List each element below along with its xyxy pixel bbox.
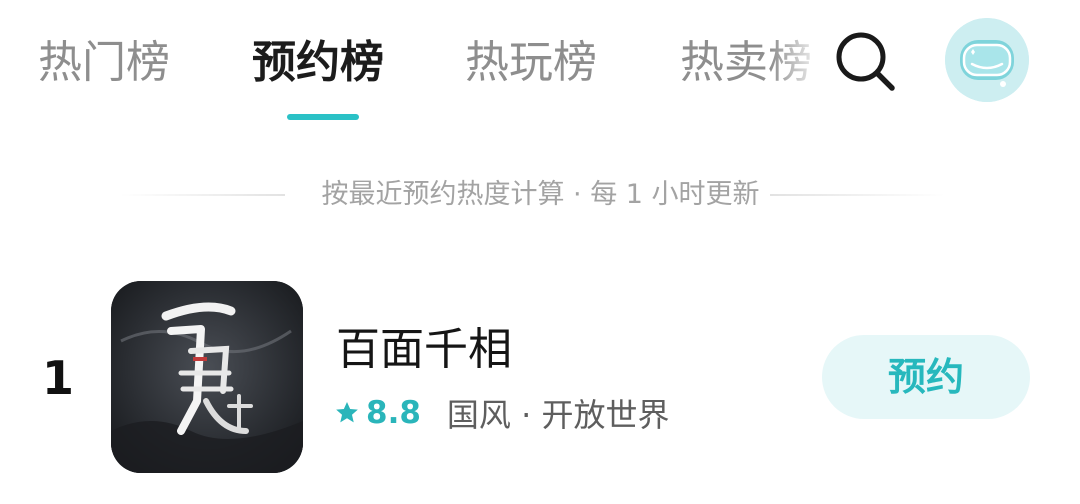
ranking-hint-text: 按最近预约热度计算 · 每 1 小时更新 [321, 179, 760, 210]
ranking-page: 热门榜 预约榜 热玩榜 热卖榜 按最近预约热度计算 · 每 1 小时更新 1 百… [0, 0, 1080, 504]
divider-right [770, 194, 945, 196]
game-cover-icon [111, 281, 303, 473]
star-icon [336, 401, 358, 423]
game-meta: 8.8 国风 · 开放世界 [334, 391, 669, 435]
tab-hot[interactable]: 热门榜 [38, 33, 170, 93]
active-tab-indicator [287, 114, 359, 120]
search-button[interactable] [830, 26, 900, 96]
tab-hot-play[interactable]: 热玩榜 [465, 33, 597, 93]
rank-number: 1 [42, 351, 75, 405]
rating-score: 8.8 [366, 395, 421, 431]
game-icon[interactable] [111, 281, 303, 473]
divider-left [120, 194, 285, 196]
list-item[interactable]: 1 百面千相 8.8 国风 · 开放世界 预约 [0, 278, 1080, 478]
search-icon [836, 32, 895, 91]
tab-reservation[interactable]: 预约榜 [252, 33, 384, 93]
astronaut-avatar-icon [945, 18, 1029, 102]
reserve-button[interactable]: 预约 [822, 335, 1030, 419]
game-title[interactable]: 百面千相 [336, 320, 512, 380]
ranking-hint: 按最近预约热度计算 · 每 1 小时更新 [0, 172, 1080, 218]
ranking-tab-bar: 热门榜 预约榜 热玩榜 热卖榜 [0, 0, 1080, 130]
tab-hot-sale[interactable]: 热卖榜 [680, 33, 812, 93]
game-tags: 国风 · 开放世界 [446, 396, 670, 434]
avatar[interactable] [945, 18, 1029, 102]
